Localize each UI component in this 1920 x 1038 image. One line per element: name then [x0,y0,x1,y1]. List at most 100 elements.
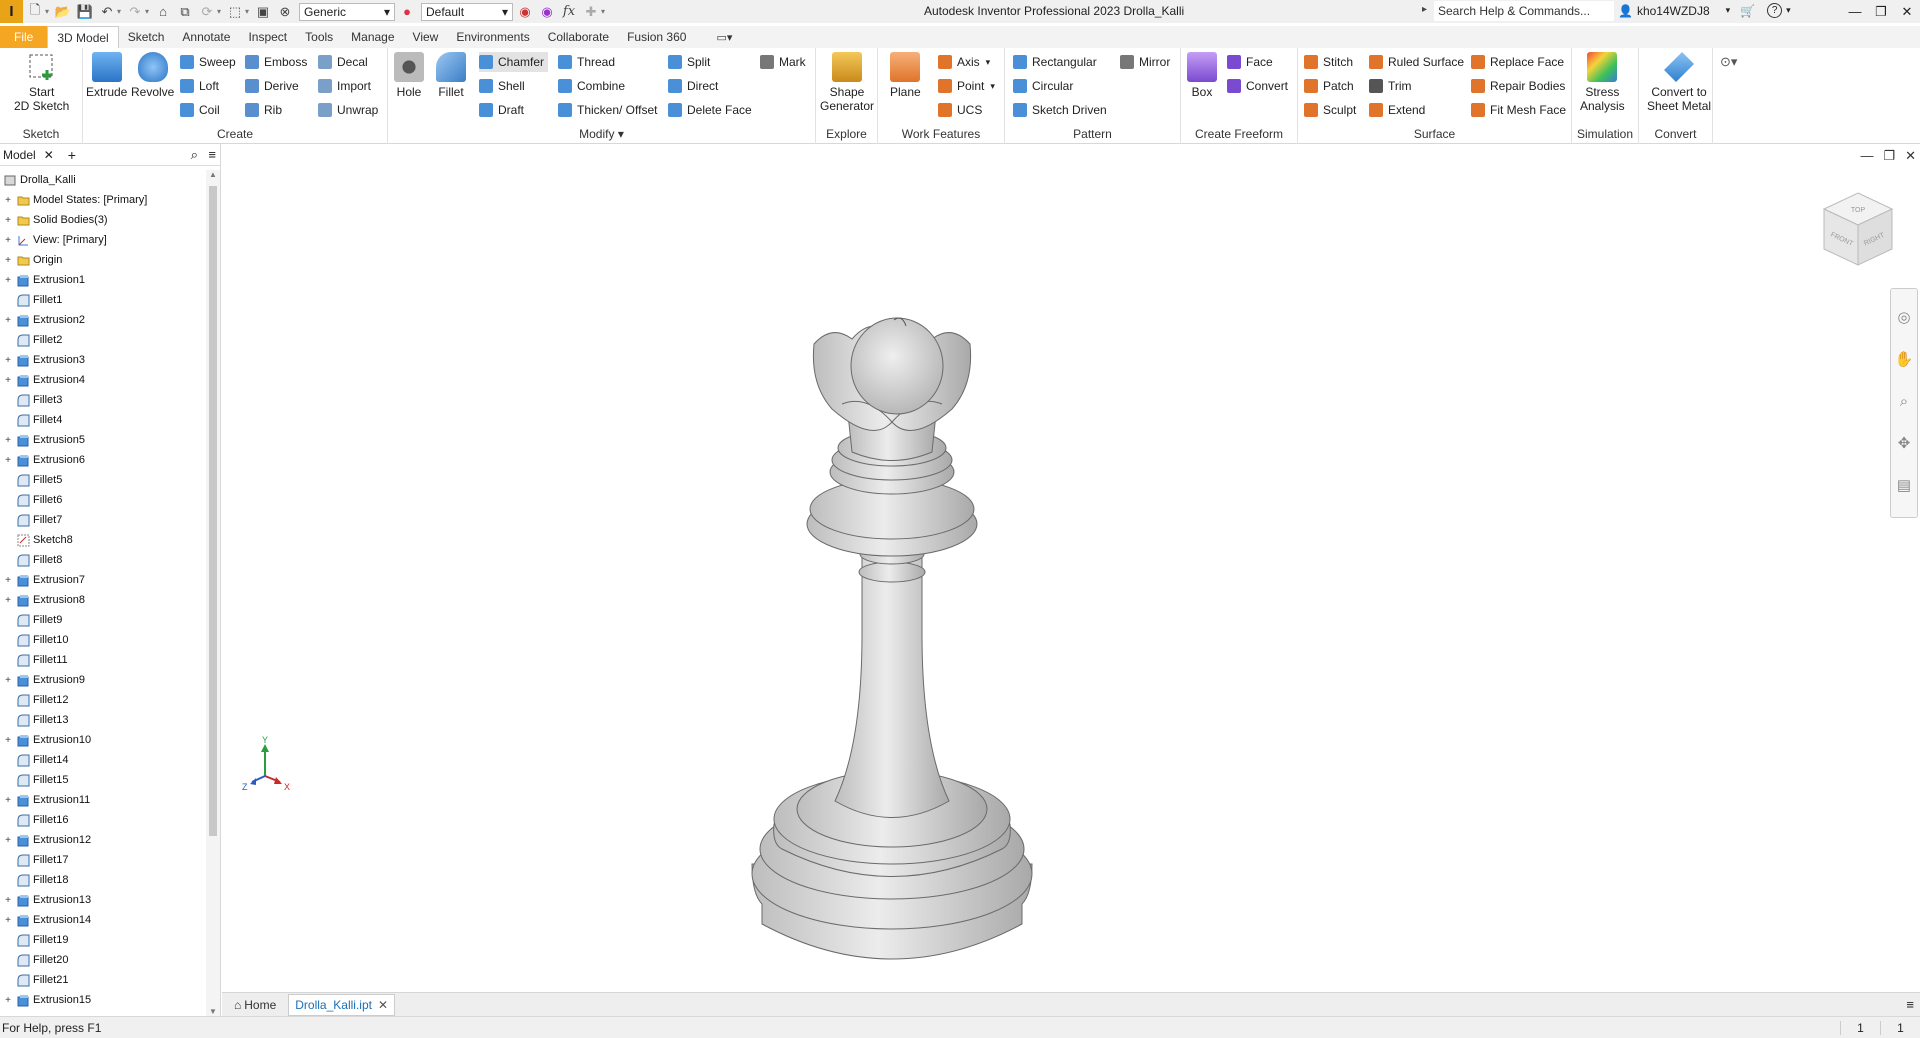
import-button[interactable]: Import [318,76,371,96]
expand-icon[interactable]: + [3,895,13,906]
tree-item[interactable]: Fillet6 [0,490,205,510]
ruled-surface-button[interactable]: Ruled Surface [1369,52,1464,72]
tree-item[interactable]: Fillet3 [0,390,205,410]
graphics-viewport[interactable]: — ❐ ✕ TOP FRONT RIGHT ◎ ✋ ⌕ ✥ ▤ Y X Z [222,144,1920,992]
tree-item[interactable]: + Extrusion14 [0,910,205,930]
material-select[interactable]: Default ▾ [421,2,513,21]
mark-button[interactable]: Mark [760,52,806,72]
help-icon[interactable]: ? [1767,3,1783,18]
tree-item[interactable]: Fillet10 [0,630,205,650]
browser-search-icon[interactable]: ⌕ [191,147,198,163]
expand-icon[interactable]: + [3,595,13,606]
undo-icon[interactable]: ↶ [97,3,117,21]
stitch-button[interactable]: Stitch [1304,52,1353,72]
measure-icon[interactable]: ▣ [253,3,273,21]
zoom-icon[interactable]: ⌕ [1894,391,1914,411]
start-sketch-button[interactable]: Start 2D Sketch [14,52,69,113]
doc-tab-drolla-kalli[interactable]: Drolla_Kalli.ipt ✕ [288,993,396,1016]
expand-icon[interactable]: + [3,375,13,386]
repair-bodies-button[interactable]: Repair Bodies [1471,76,1565,96]
expand-icon[interactable]: + [3,195,13,206]
patch-button[interactable]: Patch [1304,76,1354,96]
close-window-icon[interactable]: ✕ [1894,0,1920,23]
tree-item[interactable]: Fillet4 [0,410,205,430]
expand-icon[interactable]: + [3,915,13,926]
expand-icon[interactable]: + [3,835,13,846]
expand-icon[interactable]: + [3,275,13,286]
doc-tabs-menu-icon[interactable]: ≡ [1906,997,1914,1012]
new-file-icon[interactable]: 🗋 [25,2,45,21]
rib-button[interactable]: Rib [245,100,282,120]
expand-icon[interactable]: + [3,995,13,1006]
circular-pattern-button[interactable]: Circular [1013,76,1073,96]
tree-item[interactable]: + Extrusion3 [0,350,205,370]
app-logo[interactable]: I [0,0,23,23]
expand-icon[interactable]: + [3,255,13,266]
expand-icon[interactable]: + [3,435,13,446]
tree-item[interactable]: Fillet2 [0,330,205,350]
expand-icon[interactable]: + [3,575,13,586]
home-icon[interactable]: ⌂ [153,3,173,21]
tree-item[interactable]: + Extrusion4 [0,370,205,390]
expand-icon[interactable]: + [3,455,13,466]
browser-menu-icon[interactable]: ≡ [208,147,216,162]
tree-item[interactable]: Fillet15 [0,770,205,790]
look-at-icon[interactable]: ▤ [1894,475,1914,495]
tree-item[interactable]: Fillet1 [0,290,205,310]
fx-icon[interactable]: fx [559,3,579,21]
delete-face-button[interactable]: Delete Face [668,100,752,120]
derive-button[interactable]: Derive [245,76,299,96]
plane-button[interactable]: Plane [890,52,921,99]
doc-tab-home[interactable]: ⌂ Home [228,994,282,1016]
unwrap-button[interactable]: Unwrap [318,100,378,120]
tab-annotate[interactable]: Annotate [173,26,239,48]
viewport-close-icon[interactable]: ✕ [1905,148,1916,164]
minimize-icon[interactable]: — [1842,0,1868,23]
expand-icon[interactable]: + [3,215,13,226]
convert-freeform-button[interactable]: Convert [1227,76,1288,96]
tree-item[interactable]: + Model States: [Primary] [0,190,205,210]
queen-model[interactable] [742,304,1042,1038]
save-icon[interactable]: 💾 [75,3,95,21]
fillet-button[interactable]: Fillet [436,52,466,99]
convert-sheet-metal-button[interactable]: Convert to Sheet Metal [1647,52,1711,113]
expand-icon[interactable]: + [3,235,13,246]
tree-item[interactable]: Sketch8 [0,530,205,550]
tree-item[interactable]: Fillet17 [0,850,205,870]
tree-item[interactable]: + Extrusion1 [0,270,205,290]
stress-analysis-button[interactable]: Stress Analysis [1580,52,1625,113]
tab-3d-model[interactable]: 3D Model [47,26,119,48]
expand-icon[interactable]: + [3,675,13,686]
tree-item[interactable]: Fillet14 [0,750,205,770]
extrude-button[interactable]: Extrude [86,52,127,99]
tree-item[interactable]: Fillet9 [0,610,205,630]
thread-button[interactable]: Thread [558,52,615,72]
add-browser-tab-icon[interactable]: + [68,147,76,163]
tree-item[interactable]: + Extrusion11 [0,790,205,810]
tree-item[interactable]: + Origin [0,250,205,270]
tree-item[interactable]: + Extrusion15 [0,990,205,1010]
user-dropdown-icon[interactable]: ▾ [1726,5,1731,16]
loft-button[interactable]: Loft [180,76,219,96]
cart-icon[interactable]: 🛒 [1740,4,1755,18]
tab-inspect[interactable]: Inspect [239,26,296,48]
tree-item[interactable]: Fillet13 [0,710,205,730]
box-button[interactable]: Box [1187,52,1217,99]
tab-file[interactable]: File [0,26,48,48]
tree-item[interactable]: Fillet5 [0,470,205,490]
mirror-button[interactable]: Mirror [1120,52,1170,72]
redo-icon[interactable]: ↷ [125,3,145,21]
tree-item[interactable]: + Solid Bodies(3) [0,210,205,230]
shell-button[interactable]: Shell [479,76,525,96]
tree-item[interactable]: + Extrusion13 [0,890,205,910]
hole-button[interactable]: Hole [394,52,424,99]
rectangular-pattern-button[interactable]: Rectangular [1013,52,1097,72]
expand-icon[interactable]: + [3,795,13,806]
viewcube[interactable]: TOP FRONT RIGHT [1820,189,1896,269]
draft-button[interactable]: Draft [479,100,524,120]
tab-fusion-360[interactable]: Fusion 360 [618,26,695,48]
tab-tools[interactable]: Tools [296,26,342,48]
user-name[interactable]: kho14WZDJ8 [1637,4,1710,18]
plus-icon[interactable]: ✚ [581,3,601,21]
shape-generator-button[interactable]: Shape Generator [820,52,874,113]
